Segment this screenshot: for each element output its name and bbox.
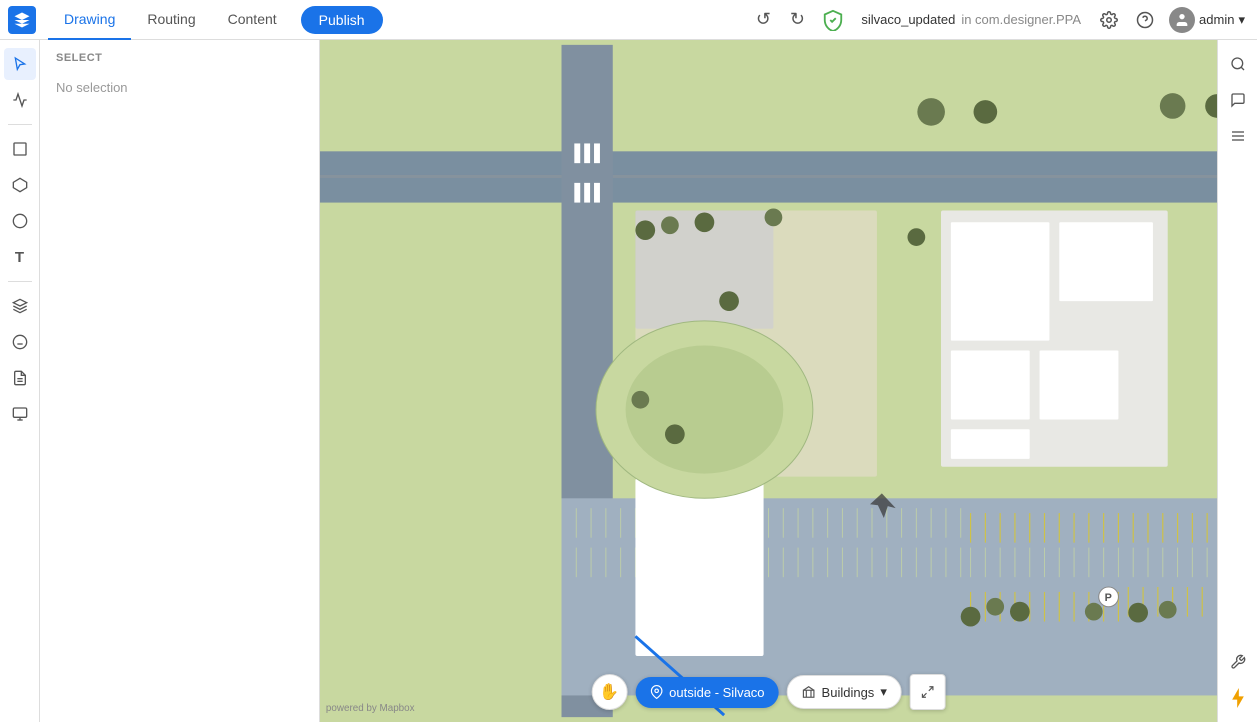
side-panel-content: No selection xyxy=(40,72,319,103)
document-tool-button[interactable] xyxy=(4,362,36,394)
fullscreen-button[interactable] xyxy=(910,674,946,710)
shield-button[interactable] xyxy=(817,4,849,36)
map-canvas[interactable]: P powered by Mapbox ✋ outside - Silvaco … xyxy=(320,40,1217,722)
right-toolbar xyxy=(1217,40,1257,722)
undo-redo-group: ↺ ↻ xyxy=(747,4,813,36)
layers-button[interactable] xyxy=(1222,120,1254,152)
text-tool-button[interactable]: T xyxy=(4,241,36,273)
svg-text:P: P xyxy=(1105,592,1112,604)
app-logo[interactable] xyxy=(8,6,36,34)
tools-button[interactable] xyxy=(1222,646,1254,678)
user-chevron-icon: ▾ xyxy=(1238,12,1245,28)
side-panel: SELECT No selection xyxy=(40,40,320,722)
topbar: Drawing Routing Content Publish ↺ ↻ silv… xyxy=(0,0,1257,40)
search-panel-button[interactable] xyxy=(1222,48,1254,80)
select-tool-button[interactable] xyxy=(4,48,36,80)
location-badge[interactable]: outside - Silvaco xyxy=(635,677,778,708)
file-name: silvaco_updated xyxy=(861,12,955,27)
toolbar-divider xyxy=(8,124,32,125)
face-tool-button[interactable] xyxy=(4,326,36,358)
help-button[interactable] xyxy=(1129,4,1161,36)
toolbar-divider-2 xyxy=(8,281,32,282)
stack-tool-button[interactable] xyxy=(4,398,36,430)
left-toolbar: T xyxy=(0,40,40,722)
file-path: in com.designer.PPA xyxy=(961,12,1081,27)
side-panel-header: SELECT xyxy=(40,40,319,72)
bolt-button[interactable] xyxy=(1222,682,1254,714)
hand-tool-button[interactable]: ✋ xyxy=(591,674,627,710)
publish-button[interactable]: Publish xyxy=(301,6,383,34)
polygon-tool-button[interactable] xyxy=(4,169,36,201)
tab-content[interactable]: Content xyxy=(212,0,293,40)
circle-tool-button[interactable] xyxy=(4,205,36,237)
location-label: outside - Silvaco xyxy=(669,685,764,700)
tab-drawing[interactable]: Drawing xyxy=(48,0,131,40)
bottom-bar: ✋ outside - Silvaco Buildings ▾ xyxy=(591,674,946,710)
buildings-dropdown-icon: ▾ xyxy=(880,684,887,700)
tab-routing[interactable]: Routing xyxy=(131,0,211,40)
buildings-label: Buildings xyxy=(822,685,875,700)
settings-button[interactable] xyxy=(1093,4,1125,36)
main-area: T SELECT No selection xyxy=(0,40,1257,722)
redo-button[interactable]: ↻ xyxy=(781,4,813,36)
svg-text:powered by Mapbox: powered by Mapbox xyxy=(326,703,415,714)
file-info: silvaco_updated in com.designer.PPA xyxy=(853,12,1089,27)
avatar xyxy=(1169,7,1195,33)
rectangle-tool-button[interactable] xyxy=(4,133,36,165)
buildings-badge[interactable]: Buildings ▾ xyxy=(787,675,902,709)
undo-button[interactable]: ↺ xyxy=(747,4,779,36)
user-name: admin xyxy=(1199,12,1234,27)
user-menu[interactable]: admin ▾ xyxy=(1165,7,1249,33)
nav-tabs: Drawing Routing Content xyxy=(48,0,293,40)
layer-tool-button[interactable] xyxy=(4,290,36,322)
stats-tool-button[interactable] xyxy=(4,84,36,116)
map-svg: P powered by Mapbox xyxy=(320,40,1217,722)
comments-button[interactable] xyxy=(1222,84,1254,116)
